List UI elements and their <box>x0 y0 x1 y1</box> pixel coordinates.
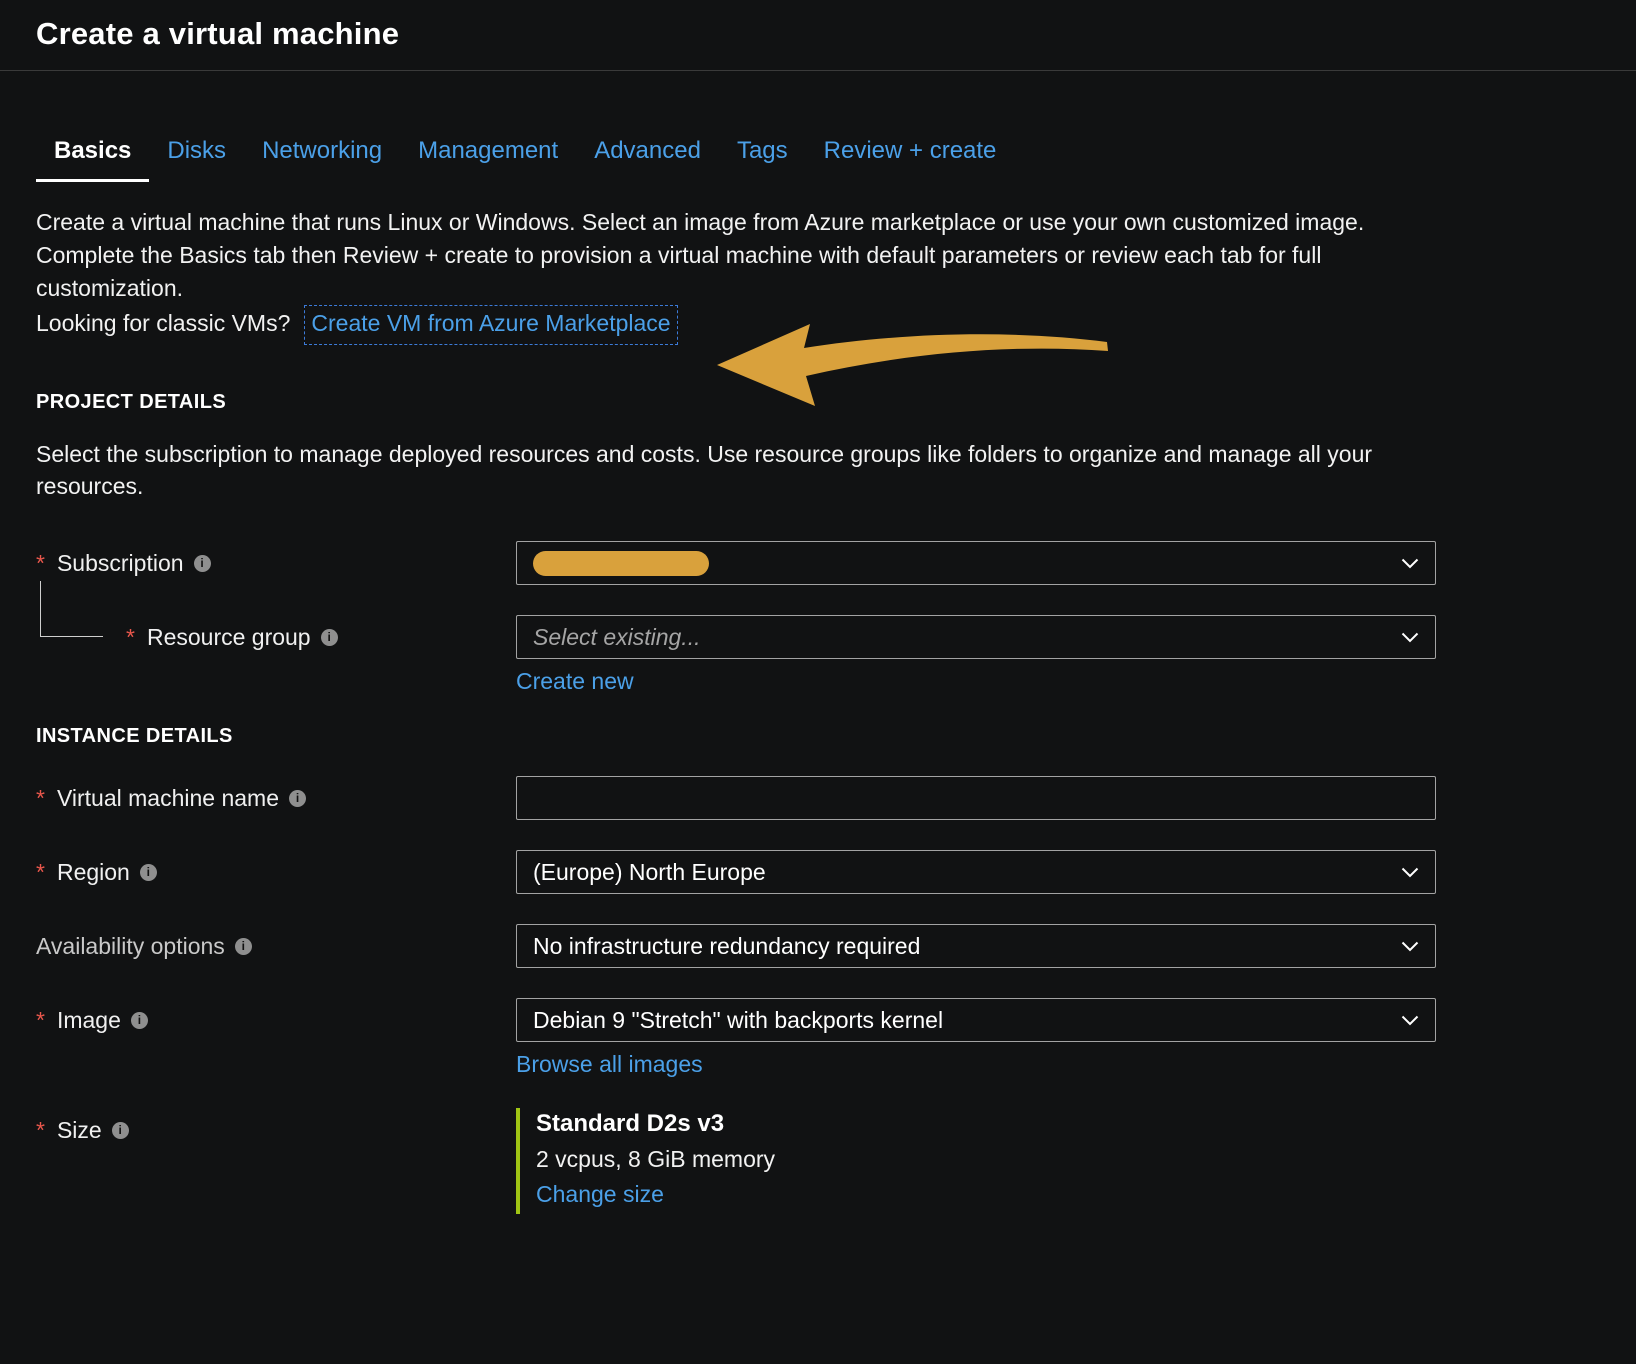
tab-disks[interactable]: Disks <box>149 127 244 182</box>
tab-networking[interactable]: Networking <box>244 127 400 182</box>
resource-group-row: * Resource group i Select existing... Cr… <box>36 615 1636 695</box>
info-icon[interactable]: i <box>289 790 306 807</box>
size-summary: Standard D2s v3 2 vcpus, 8 GiB memory Ch… <box>516 1108 1436 1214</box>
tab-review-create[interactable]: Review + create <box>806 127 1015 182</box>
tab-advanced[interactable]: Advanced <box>576 127 719 182</box>
size-specs: 2 vcpus, 8 GiB memory <box>536 1146 1436 1173</box>
size-row: * Size i Standard D2s v3 2 vcpus, 8 GiB … <box>36 1108 1636 1214</box>
region-row: * Region i (Europe) North Europe <box>36 850 1636 894</box>
vm-name-label: * Virtual machine name i <box>36 776 516 820</box>
subscription-row: * Subscription i <box>36 541 1636 585</box>
change-size-link[interactable]: Change size <box>536 1181 664 1208</box>
region-select[interactable]: (Europe) North Europe <box>516 850 1436 894</box>
intro-text: Create a virtual machine that runs Linux… <box>36 206 1446 345</box>
intro-line-2: Complete the Basics tab then Review + cr… <box>36 239 1446 305</box>
info-icon[interactable]: i <box>321 629 338 646</box>
page-title: Create a virtual machine <box>36 16 1600 52</box>
info-icon[interactable]: i <box>140 864 157 881</box>
project-details-description: Select the subscription to manage deploy… <box>36 438 1446 504</box>
chevron-down-icon <box>1401 1015 1419 1026</box>
info-icon[interactable]: i <box>235 938 252 955</box>
required-asterisk: * <box>36 785 45 812</box>
size-label: * Size i <box>36 1108 516 1152</box>
availability-value: No infrastructure redundancy required <box>533 933 920 960</box>
required-asterisk: * <box>36 550 45 577</box>
resource-group-placeholder: Select existing... <box>533 624 700 651</box>
create-vm-marketplace-link[interactable]: Create VM from Azure Marketplace <box>304 305 677 345</box>
classic-vm-row: Looking for classic VMs? Create VM from … <box>36 305 1446 345</box>
chevron-down-icon <box>1401 867 1419 878</box>
image-select[interactable]: Debian 9 "Stretch" with backports kernel <box>516 998 1436 1042</box>
vm-name-input[interactable] <box>516 776 1436 820</box>
instance-details-heading: INSTANCE DETAILS <box>36 725 1600 748</box>
availability-label: Availability options i <box>36 924 516 968</box>
size-name: Standard D2s v3 <box>536 1110 1436 1138</box>
tab-bar: Basics Disks Networking Management Advan… <box>36 127 1636 182</box>
browse-all-images-link[interactable]: Browse all images <box>516 1051 703 1078</box>
subscription-redaction <box>533 551 709 576</box>
region-value: (Europe) North Europe <box>533 859 766 886</box>
tab-management[interactable]: Management <box>400 127 576 182</box>
vm-name-row: * Virtual machine name i <box>36 776 1636 820</box>
chevron-down-icon <box>1401 558 1419 569</box>
basics-form: * Subscription i * Resource group i <box>36 541 1636 1214</box>
tab-tags[interactable]: Tags <box>719 127 806 182</box>
page-header: Create a virtual machine <box>0 0 1636 71</box>
tab-basics[interactable]: Basics <box>36 127 149 182</box>
subscription-group: * Subscription i * Resource group i <box>36 541 1636 695</box>
image-label: * Image i <box>36 998 516 1042</box>
chevron-down-icon <box>1401 941 1419 952</box>
info-icon[interactable]: i <box>131 1012 148 1029</box>
region-label: * Region i <box>36 850 516 894</box>
chevron-down-icon <box>1401 632 1419 643</box>
resource-group-label: * Resource group i <box>36 615 516 659</box>
info-icon[interactable]: i <box>194 555 211 572</box>
project-details-heading: PROJECT DETAILS <box>36 391 1600 414</box>
required-asterisk: * <box>36 1007 45 1034</box>
availability-row: Availability options i No infrastructure… <box>36 924 1636 968</box>
create-new-link[interactable]: Create new <box>516 668 634 695</box>
image-value: Debian 9 "Stretch" with backports kernel <box>533 1007 943 1034</box>
subscription-select[interactable] <box>516 541 1436 585</box>
info-icon[interactable]: i <box>112 1122 129 1139</box>
subscription-resource-connector <box>40 581 103 637</box>
required-asterisk: * <box>36 859 45 886</box>
required-asterisk: * <box>126 624 135 651</box>
classic-vm-question: Looking for classic VMs? <box>36 307 290 340</box>
intro-line-1: Create a virtual machine that runs Linux… <box>36 206 1446 239</box>
required-asterisk: * <box>36 1117 45 1144</box>
resource-group-select[interactable]: Select existing... <box>516 615 1436 659</box>
image-row: * Image i Debian 9 "Stretch" with backpo… <box>36 998 1636 1078</box>
subscription-label: * Subscription i <box>36 541 516 585</box>
availability-select[interactable]: No infrastructure redundancy required <box>516 924 1436 968</box>
